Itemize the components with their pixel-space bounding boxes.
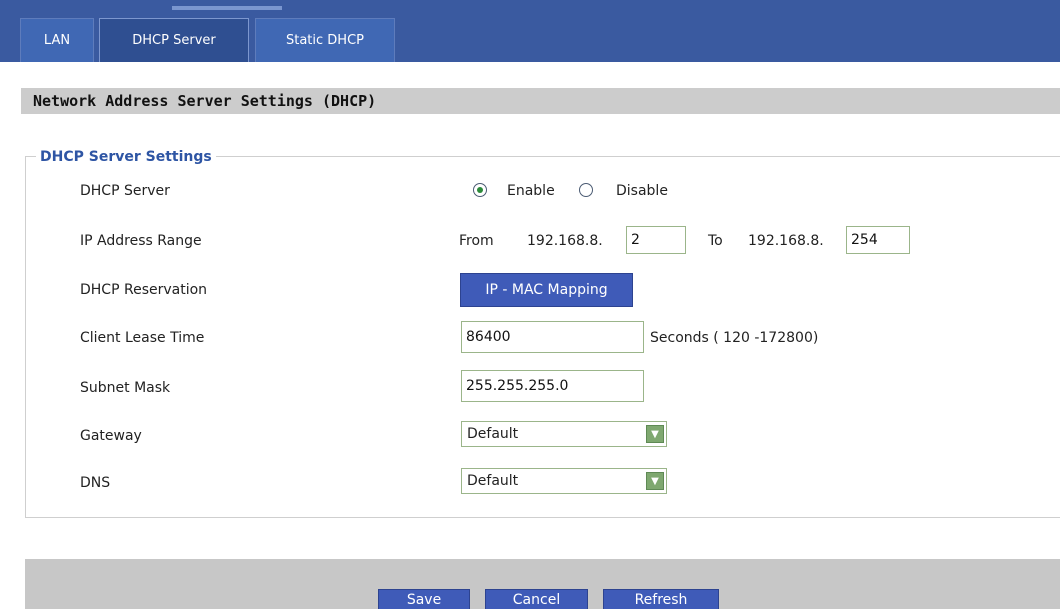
range-end-input[interactable]: 254: [846, 226, 910, 254]
lease-label: Client Lease Time: [80, 330, 205, 346]
dns-label: DNS: [80, 475, 111, 491]
from-label: From: [459, 233, 494, 249]
tab-accent: [172, 6, 282, 10]
reservation-label: DHCP Reservation: [80, 282, 208, 298]
tab-dhcp-server[interactable]: DHCP Server: [99, 18, 249, 62]
refresh-button[interactable]: Refresh: [603, 589, 719, 609]
cancel-button[interactable]: Cancel: [485, 589, 588, 609]
subnet-input[interactable]: 255.255.255.0: [461, 370, 644, 402]
subnet-label: Subnet Mask: [80, 380, 171, 396]
range-start-input[interactable]: 2: [626, 226, 686, 254]
save-button[interactable]: Save: [378, 589, 470, 609]
dns-value: Default: [467, 473, 519, 489]
ip-mac-mapping-button[interactable]: IP - MAC Mapping: [460, 273, 633, 307]
to-prefix: 192.168.8.: [748, 233, 824, 249]
dns-select[interactable]: Default ▼: [461, 468, 667, 494]
tab-label: DHCP Server: [132, 33, 216, 48]
tab-lan[interactable]: LAN: [20, 18, 94, 62]
tab-label: LAN: [43, 33, 71, 48]
from-prefix: 192.168.8.: [527, 233, 603, 249]
lease-input[interactable]: 86400: [461, 321, 644, 353]
ip-range-label: IP Address Range: [80, 233, 202, 249]
enable-radio[interactable]: [473, 183, 487, 197]
dhcp-server-label: DHCP Server: [80, 183, 170, 199]
enable-label: Enable: [507, 183, 555, 199]
gateway-value: Default: [467, 426, 519, 442]
tab-label: Static DHCP: [285, 33, 364, 48]
tab-static-dhcp[interactable]: Static DHCP: [255, 18, 395, 62]
disable-radio[interactable]: [579, 183, 593, 197]
disable-label: Disable: [616, 183, 668, 199]
section-title: Network Address Server Settings (DHCP): [21, 88, 1060, 114]
fieldset-legend: DHCP Server Settings: [36, 149, 216, 165]
chevron-down-icon[interactable]: ▼: [646, 425, 664, 443]
chevron-down-icon[interactable]: ▼: [646, 472, 664, 490]
lease-hint: Seconds ( 120 -172800): [650, 330, 819, 346]
gateway-label: Gateway: [80, 428, 142, 444]
to-label: To: [708, 233, 723, 249]
gateway-select[interactable]: Default ▼: [461, 421, 667, 447]
